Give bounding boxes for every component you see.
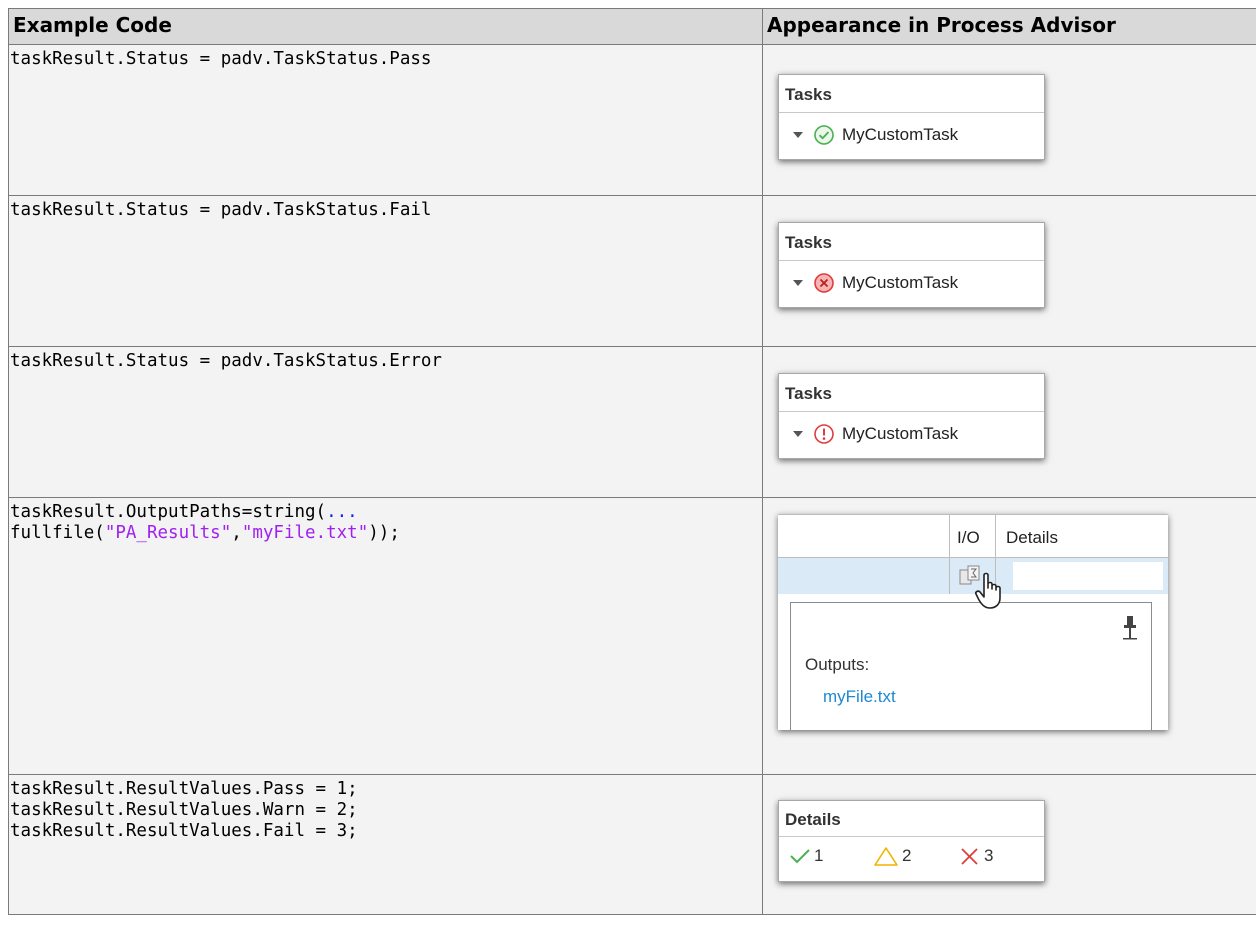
details-cell [1013,562,1163,590]
table-row: taskResult.ResultValues.Pass = 1; taskRe… [8,774,1256,915]
task-name: MyCustomTask [842,125,959,144]
code-block: taskResult.OutputPaths=string(... fullfi… [9,498,762,544]
appearance-cell: Details 1 2 3 [762,774,1256,915]
table-row: taskResult.OutputPaths=string(... fullfi… [8,497,1256,775]
error-exclamation-circle-icon [814,424,834,444]
column-divider [995,515,996,559]
task-row: MyCustomTask [779,113,1044,157]
warn-count-item: 2 [873,846,911,866]
details-panel-screenshot: Details 1 2 3 [778,800,1045,882]
task-row: MyCustomTask [779,261,1044,305]
table-row: taskResult.Status = padv.TaskStatus.Pass… [8,44,1256,196]
appearance-cell: I/O Details Outputs: myFile.txt [762,497,1256,775]
io-popup: Outputs: myFile.txt [790,602,1152,730]
task-row: MyCustomTask [779,412,1044,456]
column-divider [949,558,950,594]
code-text: taskResult.ResultValues.Pass = 1; [10,779,358,799]
expand-triangle-icon [793,132,803,138]
appearance-cell: Tasks MyCustomTask [762,346,1256,498]
code-line: taskResult.Status = padv.TaskStatus.Fail [10,200,432,220]
code-text: taskResult.OutputPaths=string( [10,502,327,522]
fail-count: 3 [984,846,994,865]
hand-cursor-icon [975,572,1001,609]
code-text: taskResult.ResultValues.Warn = 2; [10,800,358,820]
details-column-header: Details [1006,528,1058,547]
header-row: Example Code Appearance in Process Advis… [8,8,1256,45]
task-name: MyCustomTask [842,424,959,443]
code-string: "PA_Results" [104,523,232,543]
code-continuation: ... [326,502,358,522]
code-text: fullfile( [10,523,105,543]
tasks-panel-screenshot: Tasks MyCustomTask [778,74,1045,160]
code-cell: taskResult.OutputPaths=string(... fullfi… [8,497,763,775]
code-string: "myFile.txt" [241,523,369,543]
code-text: taskResult.ResultValues.Fail = 3; [10,821,358,841]
tasks-panel-screenshot: Tasks MyCustomTask [778,373,1045,459]
tasks-header: Tasks [779,75,1044,113]
warn-count: 2 [902,846,912,865]
fail-x-circle-icon [814,273,834,293]
expand-triangle-icon [793,431,803,437]
code-cell: taskResult.Status = padv.TaskStatus.Fail [8,195,763,347]
code-cell: taskResult.Status = padv.TaskStatus.Erro… [8,346,763,498]
tasks-header: Tasks [779,374,1044,412]
column-divider [949,515,950,559]
appearance-cell: Tasks MyCustomTask [762,44,1256,196]
code-line: taskResult.Status = padv.TaskStatus.Pass [10,49,432,69]
fail-count-item: 3 [959,846,993,866]
warning-triangle-icon [874,847,898,866]
output-file-link[interactable]: myFile.txt [823,687,896,707]
code-cell: taskResult.ResultValues.Pass = 1; taskRe… [8,774,763,915]
code-text: )); [368,523,400,543]
pin-icon[interactable] [1123,615,1137,641]
table-row: taskResult.Status = padv.TaskStatus.Fail… [8,195,1256,347]
header-appearance: Appearance in Process Advisor [762,8,1256,45]
io-table-header: I/O Details [778,514,1168,559]
pass-check-circle-icon [814,125,834,145]
outputs-label: Outputs: [805,655,870,674]
fail-x-icon [961,848,978,865]
pass-count: 1 [814,846,824,865]
appearance-cell: Tasks MyCustomTask [762,195,1256,347]
task-name: MyCustomTask [842,273,959,292]
io-column-header: I/O [957,528,980,547]
result-values: 1 2 3 [779,837,1044,877]
example-table: Example Code Appearance in Process Advis… [8,8,1256,915]
table-row: taskResult.Status = padv.TaskStatus.Erro… [8,346,1256,498]
pass-count-item: 1 [789,846,823,866]
header-example-code: Example Code [8,8,763,45]
pass-check-icon [790,849,810,864]
tasks-panel-screenshot: Tasks MyCustomTask [778,222,1045,308]
tasks-header: Tasks [779,223,1044,261]
expand-triangle-icon [793,280,803,286]
io-panel-screenshot: I/O Details Outputs: myFile.txt [778,514,1168,730]
code-block: taskResult.ResultValues.Pass = 1; taskRe… [9,775,762,842]
code-cell: taskResult.Status = padv.TaskStatus.Pass [8,44,763,196]
details-header: Details [779,801,1044,837]
code-text: , [231,523,242,543]
code-line: taskResult.Status = padv.TaskStatus.Erro… [10,351,442,371]
